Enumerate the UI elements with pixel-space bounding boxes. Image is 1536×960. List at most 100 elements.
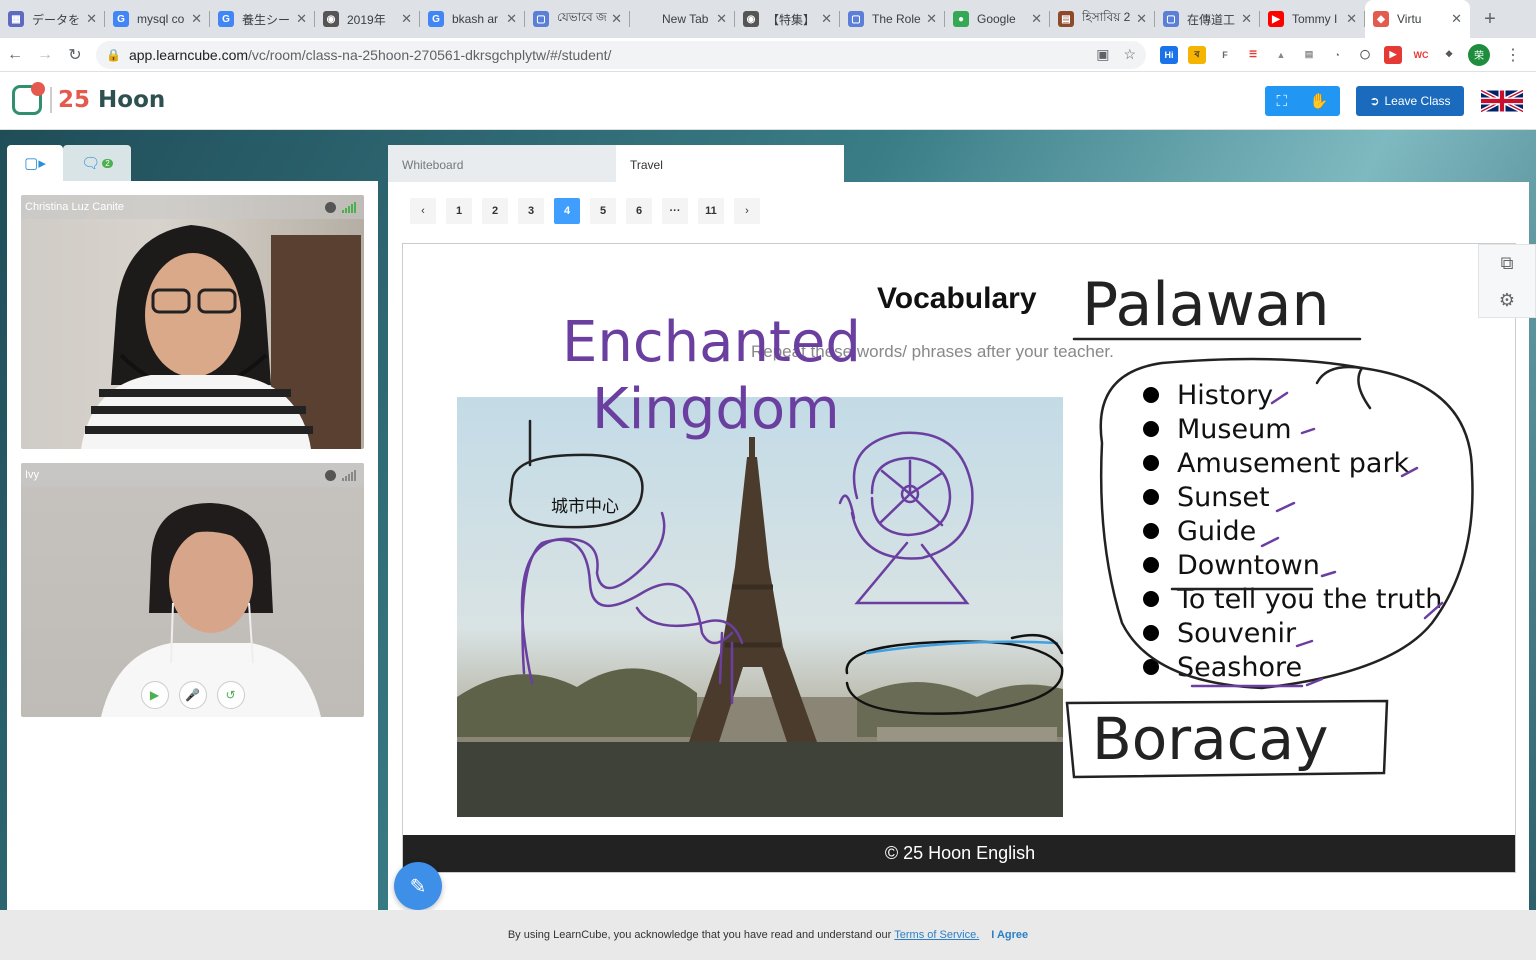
close-tab-icon[interactable]: ✕ (926, 11, 937, 27)
address-bar[interactable]: 🔒 app.learncube.com/vc/room/class-na-25h… (96, 40, 1146, 69)
tab-whiteboard[interactable]: Whiteboard (388, 145, 616, 182)
close-tab-icon[interactable]: ✕ (86, 11, 97, 27)
vocabulary-item: Sunset (1143, 480, 1442, 514)
app-header: 25 Hoon ⛶ ✋ ➲ Leave Class (0, 72, 1536, 130)
wc-extension-icon[interactable]: WC (1412, 45, 1430, 64)
close-tab-icon[interactable]: ✕ (1031, 11, 1042, 27)
close-tab-icon[interactable]: ✕ (506, 11, 517, 27)
forward-icon[interactable]: → (30, 40, 60, 70)
switch-camera-button[interactable]: ↺ (216, 681, 245, 709)
close-tab-icon[interactable]: ✕ (401, 11, 412, 27)
close-tab-icon[interactable]: ✕ (716, 11, 727, 27)
close-tab-icon[interactable]: ✕ (1241, 11, 1252, 27)
tab-title: যেভাবে জ (557, 10, 607, 24)
puzzle-icon[interactable]: ❖ (1440, 45, 1458, 64)
logo-word: Hoon (98, 87, 166, 113)
cookie-banner: By using LearnCube, you acknowledge that… (0, 910, 1536, 960)
terms-link[interactable]: Terms of Service. (894, 929, 979, 941)
doc-favicon-icon: ▢ (533, 11, 549, 27)
page-button[interactable]: 1 (446, 198, 472, 224)
page-button[interactable]: 11 (698, 198, 724, 224)
book-favicon-icon: ▤ (1058, 11, 1074, 27)
page-button[interactable]: 6 (626, 198, 652, 224)
page-button[interactable]: 2 (482, 198, 508, 224)
video-tab[interactable]: ▢▸ (7, 145, 63, 181)
close-tab-icon[interactable]: ✕ (296, 11, 307, 27)
new-tab-icon[interactable]: + (1470, 0, 1510, 38)
page-button[interactable]: 3 (518, 198, 544, 224)
slide-subtitle: Repeat these words/ phrases after your t… (751, 342, 1114, 361)
browser-tab[interactable]: G 養生シー ✕ (210, 0, 315, 38)
tab-title: Tommy I (1292, 12, 1338, 26)
close-tab-icon[interactable]: ✕ (1136, 11, 1147, 27)
hi-extension-icon[interactable]: Hi (1160, 45, 1178, 64)
G-favicon-icon: G (113, 11, 129, 27)
browser-tab[interactable]: ▤ হিসাবিয় 2 ✕ (1050, 0, 1155, 38)
add-page-icon[interactable]: ⧉ (1479, 245, 1535, 282)
fullscreen-icon[interactable]: ⛶ (1276, 93, 1287, 110)
G-favicon-icon: G (428, 11, 444, 27)
code-extension-icon[interactable]: ◯ (1356, 45, 1374, 64)
close-tab-icon[interactable]: ✕ (1451, 11, 1462, 27)
browser-tab[interactable]: ◆ Virtu ✕ (1365, 0, 1470, 38)
globe-favicon-icon: ◉ (743, 11, 759, 27)
browser-tab[interactable]: ◉ 2019年 ✕ (315, 0, 420, 38)
close-tab-icon[interactable]: ✕ (611, 11, 622, 27)
close-tab-icon[interactable]: ✕ (1346, 11, 1357, 27)
extensions: Hi ব F ☰ ▲ ▤ ◔ ◯ ▶ WC ❖ (1160, 45, 1458, 64)
browser-tab[interactable]: ● Google ✕ (945, 0, 1050, 38)
close-tab-icon[interactable]: ✕ (191, 11, 202, 27)
bangla-extension-icon[interactable]: ব (1188, 45, 1206, 64)
star-icon[interactable]: ☆ (1123, 46, 1136, 63)
browser-tab[interactable]: ▦ データを ✕ (0, 0, 105, 38)
list-extension-icon[interactable]: ☰ (1244, 45, 1262, 64)
microphone-toggle-button[interactable]: 🎤 (178, 681, 207, 709)
browser-tab[interactable]: New Tab ✕ (630, 0, 735, 38)
browser-tab[interactable]: ▢ 在傳道工 ✕ (1155, 0, 1260, 38)
drive-extension-icon[interactable]: ▲ (1272, 45, 1290, 64)
slide: Vocabulary Repeat these words/ phrases a… (402, 243, 1516, 873)
video-camera-icon: ▢▸ (24, 155, 46, 172)
tab-travel[interactable]: Travel (616, 145, 844, 182)
browser-tab[interactable]: ▢ যেভাবে জ ✕ (525, 0, 630, 38)
browser-tab[interactable]: ▢ The Role ✕ (840, 0, 945, 38)
browser-tab-bar: ▦ データを ✕ Gmysql co ✕ G 養生シー ✕ ◉ 2019年 ✕ Gbkash ar ✕ ▢… (0, 0, 1536, 38)
chat-tab[interactable]: 🗨 2 (63, 145, 131, 181)
signal-icon (342, 202, 356, 213)
page-button[interactable]: ··· (662, 198, 688, 224)
camera-toggle-button[interactable]: ▶ (140, 681, 169, 709)
pin-favicon-icon: ● (953, 11, 969, 27)
exit-icon: ➲ (1369, 94, 1380, 108)
back-icon[interactable]: ← (0, 40, 30, 70)
chart-extension-icon[interactable]: ◔ (1328, 45, 1346, 64)
cookie-text: By using LearnCube, you acknowledge that… (507, 929, 892, 941)
browser-tab[interactable]: Gmysql co ✕ (105, 0, 210, 38)
next-page-icon[interactable]: › (734, 198, 760, 224)
camera-icon[interactable]: ▣ (1096, 46, 1109, 63)
page-button[interactable]: 4 (554, 198, 580, 224)
reload-icon[interactable]: ↻ (60, 40, 90, 70)
f-extension-icon[interactable]: F (1216, 45, 1234, 64)
settings-gear-icon[interactable]: ⚙ (1479, 282, 1535, 319)
profile-avatar[interactable]: 荣 (1468, 43, 1490, 66)
G-favicon-icon: G (218, 11, 234, 27)
agree-button[interactable]: I Agree (991, 929, 1028, 941)
close-tab-icon[interactable]: ✕ (821, 11, 832, 27)
participant-name: Christina Luz Canite (21, 195, 364, 219)
leave-class-button[interactable]: ➲ Leave Class (1356, 86, 1464, 116)
browser-tab[interactable]: ◉ 【特集】 ✕ (735, 0, 840, 38)
browser-tab[interactable]: ▶ Tommy I ✕ (1260, 0, 1365, 38)
vocabulary-item: Downtown (1143, 548, 1442, 582)
youtube-extension-icon[interactable]: ▶ (1384, 45, 1402, 64)
browser-tab[interactable]: Gbkash ar ✕ (420, 0, 525, 38)
menu-dots-icon[interactable]: ⋮ (1498, 40, 1528, 70)
tab-title: The Role (872, 12, 921, 26)
logo: 25 Hoon (12, 82, 166, 115)
uk-flag-icon[interactable] (1481, 87, 1523, 115)
raise-hand-icon[interactable]: ✋ (1310, 92, 1329, 110)
pen-tool-button[interactable]: ✎ (394, 862, 442, 910)
page-button[interactable]: 5 (590, 198, 616, 224)
reader-extension-icon[interactable]: ▤ (1300, 45, 1318, 64)
status-dot-icon (325, 470, 336, 481)
prev-page-icon[interactable]: ‹ (410, 198, 436, 224)
